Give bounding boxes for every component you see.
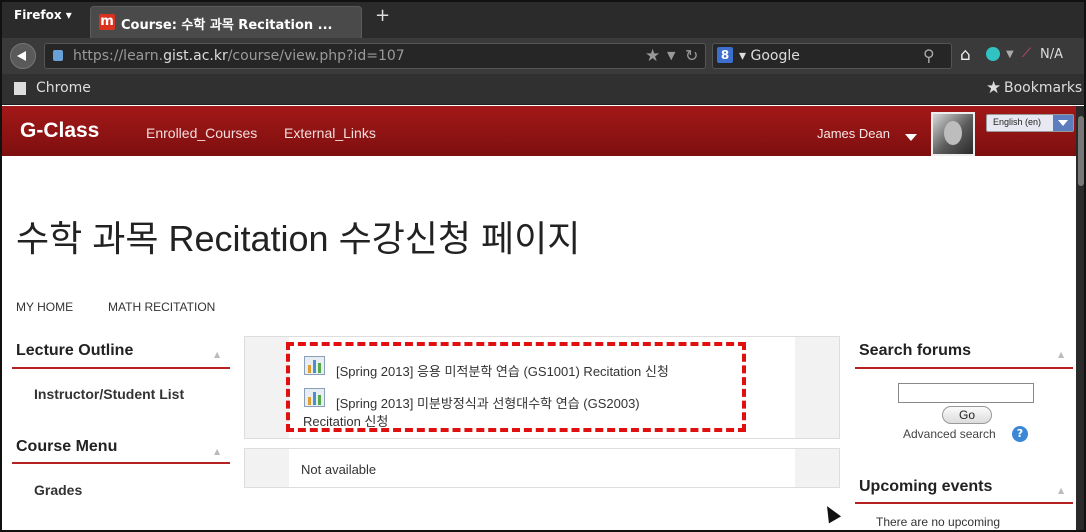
upcoming-events-title: Upcoming events xyxy=(859,478,993,495)
url-host: gist.ac.kr xyxy=(163,48,228,64)
firefox-menu-button[interactable]: Firefox ▾ xyxy=(14,8,72,22)
bookmark-folder-chrome[interactable]: Chrome xyxy=(36,80,91,96)
block-divider xyxy=(855,502,1073,504)
search-forums-title: Search forums xyxy=(859,342,972,359)
url-text: https://learn.gist.ac.kr/course/view.php… xyxy=(73,48,405,64)
reload-icon[interactable]: ↻ xyxy=(685,46,698,65)
avatar[interactable] xyxy=(931,112,975,156)
url-scheme: https://learn. xyxy=(73,48,164,64)
advanced-search-link[interactable]: Advanced search xyxy=(903,427,996,441)
search-bar[interactable]: 8 ▾ Google ⚲ xyxy=(712,43,952,69)
block-divider xyxy=(12,462,230,464)
browser-nav-bar: https://learn.gist.ac.kr/course/view.php… xyxy=(0,38,1086,74)
section-left-side xyxy=(245,449,289,487)
site-header: G-Class Enrolled_Courses External_Links … xyxy=(0,106,1086,156)
url-dropdown-icon[interactable]: ▼ xyxy=(667,49,675,62)
scrollbar-thumb[interactable] xyxy=(1078,116,1084,186)
collapse-icon[interactable]: ▲ xyxy=(214,350,220,359)
bookmarks-menu[interactable]: Bookmarks xyxy=(1004,80,1082,96)
collapse-icon[interactable]: ▲ xyxy=(1058,350,1064,359)
not-available-text: Not available xyxy=(301,462,377,477)
google-icon[interactable]: 8 xyxy=(717,47,733,63)
collapse-icon[interactable]: ▲ xyxy=(1058,486,1064,495)
addon-status: N/A xyxy=(1040,47,1063,62)
home-icon[interactable]: ⌂ xyxy=(960,45,971,65)
chevron-down-icon[interactable] xyxy=(1053,115,1073,131)
bookmarks-bar: Chrome ★ Bookmarks xyxy=(0,74,1086,105)
user-name[interactable]: James Dean xyxy=(817,126,890,141)
bookmark-star-icon[interactable]: ★ xyxy=(645,46,660,66)
section-right-side xyxy=(795,337,839,438)
tab-title: Course: 수학 과목 Recitation ... xyxy=(121,18,333,33)
block-divider xyxy=(855,367,1073,369)
search-icon[interactable]: ⚲ xyxy=(923,46,935,65)
language-select[interactable]: English (en) xyxy=(986,114,1074,132)
help-icon[interactable]: ? xyxy=(1012,426,1028,442)
highlight-annotation xyxy=(286,342,746,432)
bookmarks-star-icon: ★ xyxy=(986,78,1002,98)
page-title: 수학 과목 Recitation 수강신청 페이지 xyxy=(16,218,581,259)
folder-icon xyxy=(14,82,26,95)
browser-tab-bar: Firefox ▾ m Course: 수학 과목 Recitation ...… xyxy=(0,0,1086,38)
moodle-favicon-icon: m xyxy=(99,14,115,30)
nav-external-links[interactable]: External_Links xyxy=(284,125,376,141)
section-right-side xyxy=(795,449,839,487)
lock-icon xyxy=(53,50,63,61)
instructor-student-list-link[interactable]: Instructor/Student List xyxy=(34,386,184,402)
url-path: /course/view.php?id=107 xyxy=(227,48,405,64)
course-menu-title: Course Menu xyxy=(16,438,118,455)
upcoming-events-text: There are no upcoming xyxy=(876,515,1001,529)
sparkline-icon[interactable]: ⟋ xyxy=(1022,46,1031,61)
new-tab-button[interactable]: + xyxy=(375,7,390,25)
section-left-side xyxy=(245,337,289,438)
breadcrumb-course[interactable]: MATH RECITATION xyxy=(108,300,215,314)
mouse-cursor-icon xyxy=(820,502,842,524)
go-button[interactable]: Go xyxy=(942,406,992,424)
language-value: English (en) xyxy=(993,117,1042,127)
breadcrumb-home[interactable]: MY HOME xyxy=(16,300,73,314)
addon-dropdown-icon[interactable]: ▼ xyxy=(1006,49,1014,60)
nav-enrolled-courses[interactable]: Enrolled_Courses xyxy=(146,125,257,141)
back-button[interactable] xyxy=(10,43,36,69)
lecture-outline-title: Lecture Outline xyxy=(16,342,134,359)
url-bar[interactable]: https://learn.gist.ac.kr/course/view.php… xyxy=(44,43,706,69)
site-brand[interactable]: G-Class xyxy=(20,119,99,143)
grades-link[interactable]: Grades xyxy=(34,482,82,498)
search-engine-label: ▾ Google xyxy=(739,48,800,64)
block-divider xyxy=(12,367,230,369)
forum-search-input[interactable] xyxy=(898,383,1034,403)
browser-tab-active[interactable]: m Course: 수학 과목 Recitation ... xyxy=(90,6,362,38)
user-menu-caret-icon[interactable] xyxy=(905,134,917,141)
collapse-icon[interactable]: ▲ xyxy=(214,447,220,456)
addon-icon[interactable] xyxy=(986,47,1000,61)
